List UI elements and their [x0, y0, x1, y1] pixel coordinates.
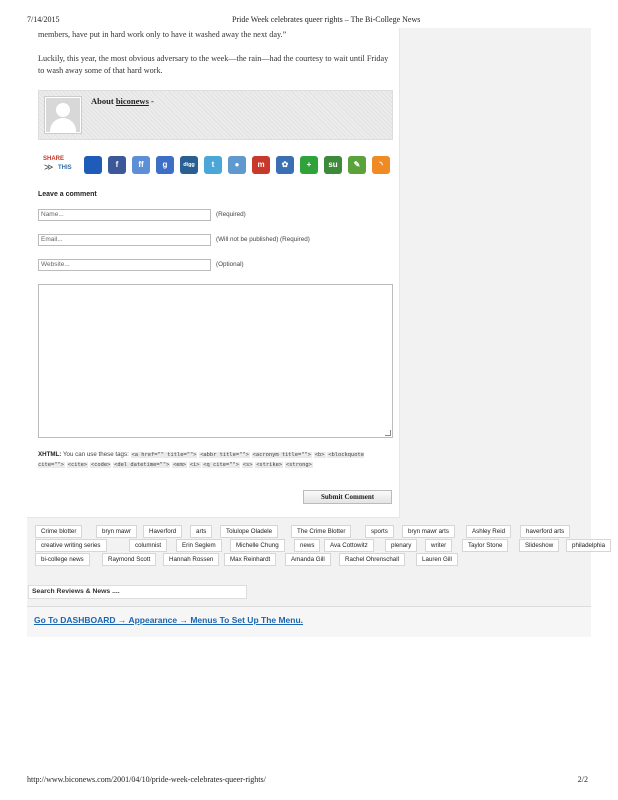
- resize-handle-icon[interactable]: [385, 430, 391, 436]
- tag-link[interactable]: bi-college news: [35, 553, 90, 566]
- share-logo-top: SHARE: [43, 156, 65, 162]
- tag-link[interactable]: Taylor Stone: [462, 539, 509, 552]
- allowed-tag: <strong>: [284, 462, 313, 468]
- about-suffix: -: [148, 96, 154, 106]
- twitter-icon[interactable]: t: [204, 156, 222, 174]
- tag-link[interactable]: Haverford: [143, 525, 183, 538]
- email-note: (Will not be published) (Required): [216, 236, 310, 243]
- allowed-tag: <del datetime="">: [113, 462, 171, 468]
- xhtml-intro: You can use these tags:: [61, 451, 131, 458]
- tag-link[interactable]: arts: [190, 525, 213, 538]
- tag-link[interactable]: plenary: [385, 539, 418, 552]
- google-icon[interactable]: g: [156, 156, 174, 174]
- about-prefix: About: [91, 96, 114, 106]
- tag-link[interactable]: Rachel Ohrenschall: [339, 553, 405, 566]
- xhtml-label: XHTML:: [38, 451, 62, 458]
- delicious-icon[interactable]: [84, 156, 102, 174]
- page-body: members, have put in hard work only to h…: [27, 28, 612, 637]
- search-input[interactable]: Search Reviews & News ....: [28, 585, 247, 599]
- allowed-tag: <abbr title="">: [199, 452, 250, 458]
- submit-comment-button[interactable]: Submit Comment: [303, 490, 392, 504]
- author-box: About biconews -: [38, 90, 393, 140]
- tag-link[interactable]: Lauren Gill: [416, 553, 458, 566]
- email-field[interactable]: Email...: [38, 234, 211, 246]
- print-url: http://www.biconews.com/2001/04/10/pride…: [27, 775, 266, 784]
- google-buzz-icon[interactable]: +: [300, 156, 318, 174]
- sharethis-logo[interactable]: SHARE ≫ THIS: [38, 154, 80, 176]
- facebook-icon[interactable]: f: [108, 156, 126, 174]
- tag-link[interactable]: creative writing series: [35, 539, 107, 552]
- tag-link[interactable]: Max Reinhardt: [224, 553, 277, 566]
- allowed-tag: <s>: [241, 462, 254, 468]
- website-field[interactable]: Website...: [38, 259, 211, 271]
- reddit-icon[interactable]: ●: [228, 156, 246, 174]
- share-chevron-icon: ≫: [44, 163, 54, 173]
- share-bar: SHARE ≫ THIS f ff g digg t ● m ✿ + su ✎ ◝: [38, 154, 398, 176]
- name-note: (Required): [216, 211, 246, 218]
- tag-link[interactable]: Erin Seglem: [176, 539, 222, 552]
- comment-textarea[interactable]: [38, 284, 393, 438]
- tag-link[interactable]: bryn mawr: [96, 525, 137, 538]
- friendfeed-icon[interactable]: ff: [132, 156, 150, 174]
- article-paragraph: members, have put in hard work only to h…: [38, 30, 287, 39]
- author-heading: About biconews -: [91, 96, 154, 106]
- print-page-number: 2/2: [577, 775, 588, 784]
- tag-link[interactable]: writer: [425, 539, 453, 552]
- rss-icon[interactable]: ◝: [372, 156, 390, 174]
- allowed-tag: <cite>: [66, 462, 89, 468]
- tag-link[interactable]: news: [294, 539, 321, 552]
- allowed-tag: <i>: [188, 462, 201, 468]
- website-note: (Optional): [216, 261, 244, 268]
- myspace-icon[interactable]: ✿: [276, 156, 294, 174]
- dashboard-menu-link[interactable]: Go To DASHBOARD → Appearance → Menus To …: [34, 615, 303, 625]
- tag-link[interactable]: The Crime Blotter: [291, 525, 352, 538]
- name-field[interactable]: Name...: [38, 209, 211, 221]
- print-date: 7/14/2015: [27, 15, 60, 24]
- tag-link[interactable]: Ashley Reid: [466, 525, 512, 538]
- menu-bar: Go To DASHBOARD → Appearance → Menus To …: [27, 606, 591, 637]
- allowed-tag: <acronym title="">: [251, 452, 313, 458]
- allowed-tag: <em>: [172, 462, 188, 468]
- allowed-tag: <a href="" title="">: [130, 452, 198, 458]
- main-content: members, have put in hard work only to h…: [27, 28, 400, 518]
- tag-link[interactable]: sports: [365, 525, 394, 538]
- mixx-icon[interactable]: m: [252, 156, 270, 174]
- tag-link[interactable]: Slideshow: [519, 539, 560, 552]
- tag-link[interactable]: Amanda Gill: [285, 553, 331, 566]
- allowed-tag: <b>: [313, 452, 326, 458]
- author-link[interactable]: biconews: [116, 96, 149, 106]
- allowed-tag: <code>: [89, 462, 112, 468]
- tag-link[interactable]: Hannah Rossen: [163, 553, 220, 566]
- avatar: [44, 96, 82, 134]
- tag-link[interactable]: Crime blotter: [35, 525, 83, 538]
- tag-link[interactable]: haverford arts: [520, 525, 571, 538]
- allowed-tags-note: XHTML: You can use these tags: <a href="…: [38, 450, 393, 470]
- article-paragraph: Luckily, this year, the most obvious adv…: [38, 54, 389, 75]
- tag-link[interactable]: bryn mawr arts: [402, 525, 455, 538]
- allowed-tag: <strike>: [255, 462, 284, 468]
- share-logo-bottom: THIS: [58, 165, 72, 171]
- tag-link[interactable]: columnist: [129, 539, 168, 552]
- stumbleupon-icon[interactable]: su: [324, 156, 342, 174]
- digg-icon[interactable]: digg: [180, 156, 198, 174]
- comment-heading: Leave a comment: [38, 191, 97, 198]
- tag-link[interactable]: philadelphia: [566, 539, 612, 552]
- tag-link[interactable]: Michelle Chung: [230, 539, 285, 552]
- tag-link[interactable]: Ava Cottowitz: [324, 539, 374, 552]
- tag-link[interactable]: Tolulope Oladele: [220, 525, 279, 538]
- tag-link[interactable]: Raymond Scott: [102, 553, 157, 566]
- chat-icon[interactable]: ✎: [348, 156, 366, 174]
- allowed-tag: <q cite="">: [202, 462, 240, 468]
- print-title: Pride Week celebrates queer rights – The…: [232, 15, 421, 24]
